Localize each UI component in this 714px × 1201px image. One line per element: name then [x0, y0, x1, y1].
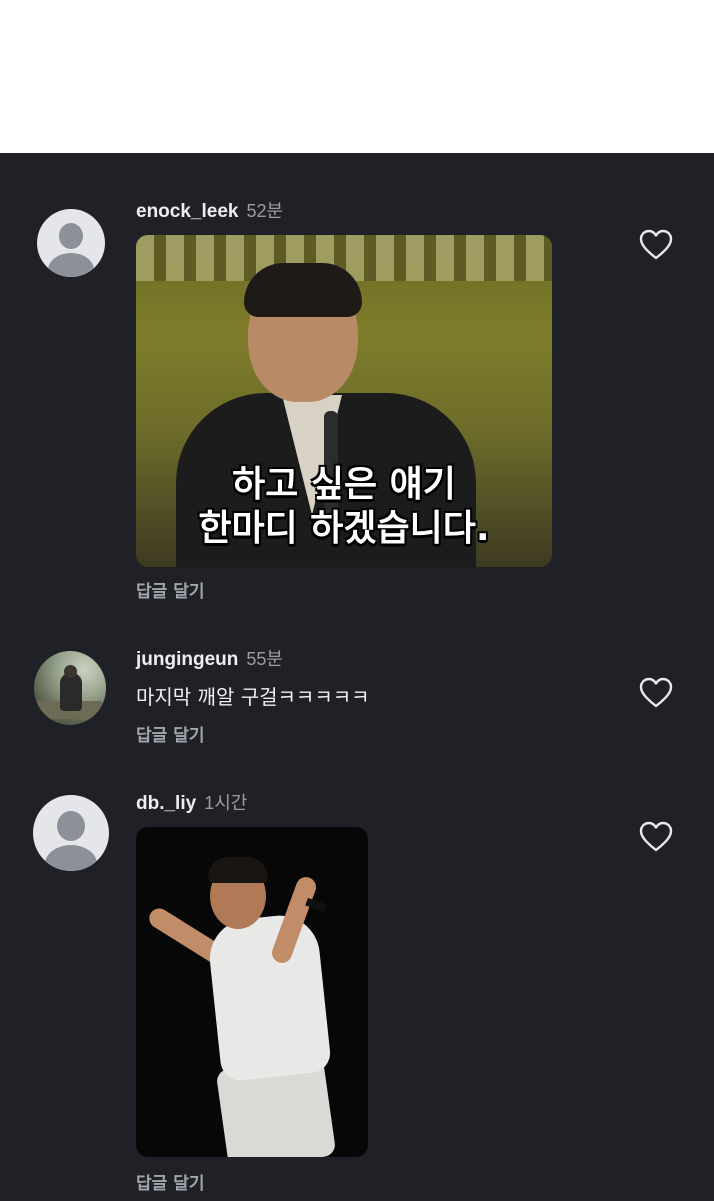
comment-gif-image[interactable] — [136, 827, 368, 1157]
heart-outline-icon[interactable] — [639, 229, 673, 261]
top-blank-area — [0, 0, 714, 153]
heart-outline-icon[interactable] — [639, 677, 673, 709]
comment-username[interactable]: jungingeun — [136, 649, 238, 670]
comment-meta: jungingeun 55분 — [136, 645, 283, 671]
comment-text: 마지막 깨알 구걸ㅋㅋㅋㅋㅋ — [136, 685, 370, 709]
default-avatar-icon[interactable] — [33, 795, 109, 871]
gif-caption: 하고 싶은 얘기 한마디 하겠습니다. — [198, 464, 490, 549]
comment-time: 52분 — [246, 201, 284, 221]
comments-panel: enock_leek 52분 하고 싶은 얘기 한마디 하겠습니다. 답글 달기 … — [0, 153, 714, 1201]
comment-username[interactable]: enock_leek — [136, 201, 238, 222]
reply-button[interactable]: 답글 달기 — [136, 577, 204, 602]
comment-username[interactable]: db._liy — [136, 793, 196, 814]
heart-outline-icon[interactable] — [639, 821, 673, 853]
comment-meta: db._liy 1시간 — [136, 789, 247, 815]
default-avatar-icon[interactable] — [37, 209, 105, 277]
comment-meta: enock_leek 52분 — [136, 197, 283, 223]
reply-button[interactable]: 답글 달기 — [136, 1169, 204, 1194]
comment-time: 1시간 — [204, 793, 248, 813]
reply-button[interactable]: 답글 달기 — [136, 721, 204, 746]
comment-gif-image[interactable]: 하고 싶은 얘기 한마디 하겠습니다. — [136, 235, 552, 567]
comment-time: 55분 — [246, 649, 283, 669]
photo-avatar[interactable] — [34, 651, 106, 725]
